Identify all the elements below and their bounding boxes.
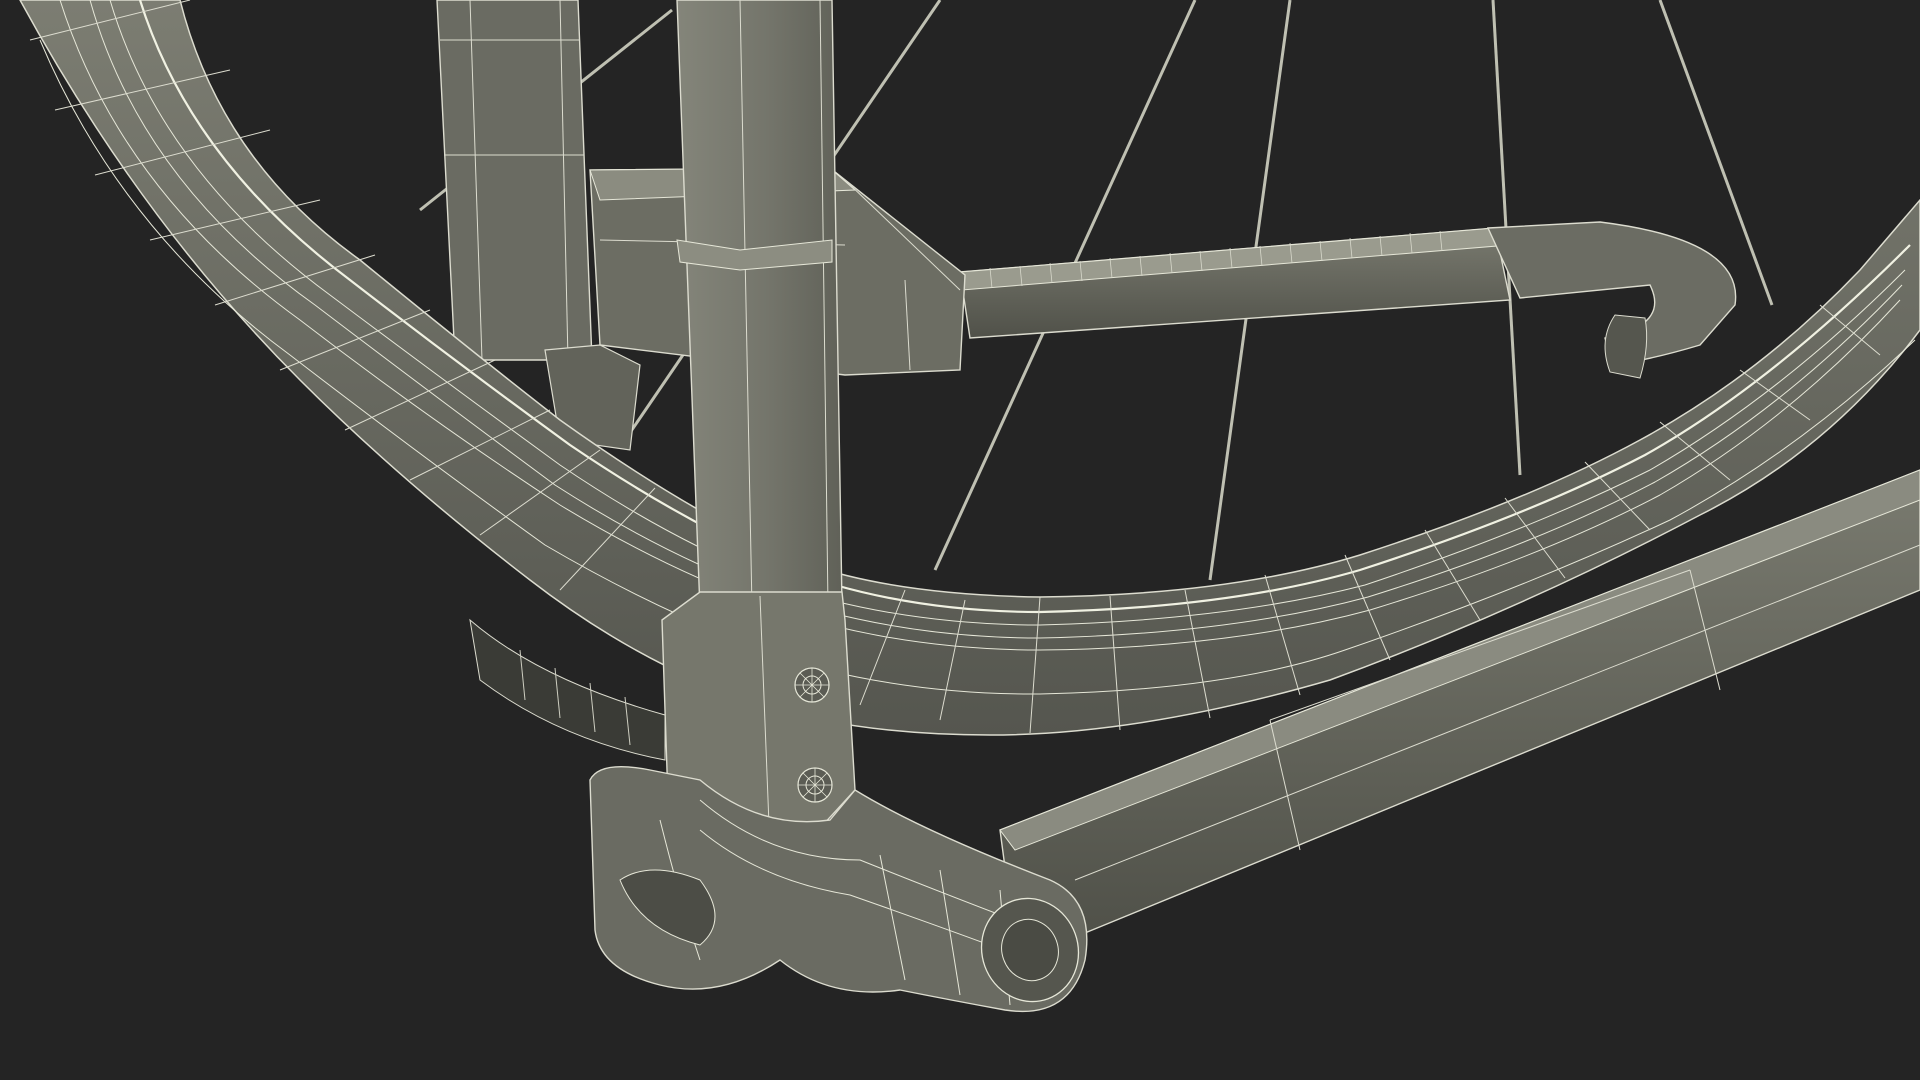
- bolt: [794, 667, 830, 703]
- wireframe-render: [19, 0, 1920, 1013]
- bolt: [797, 767, 833, 803]
- rear-post: [436, 0, 593, 361]
- top-rail: [959, 221, 1737, 379]
- render-viewport: [0, 0, 1920, 1080]
- front-post: [676, 0, 843, 611]
